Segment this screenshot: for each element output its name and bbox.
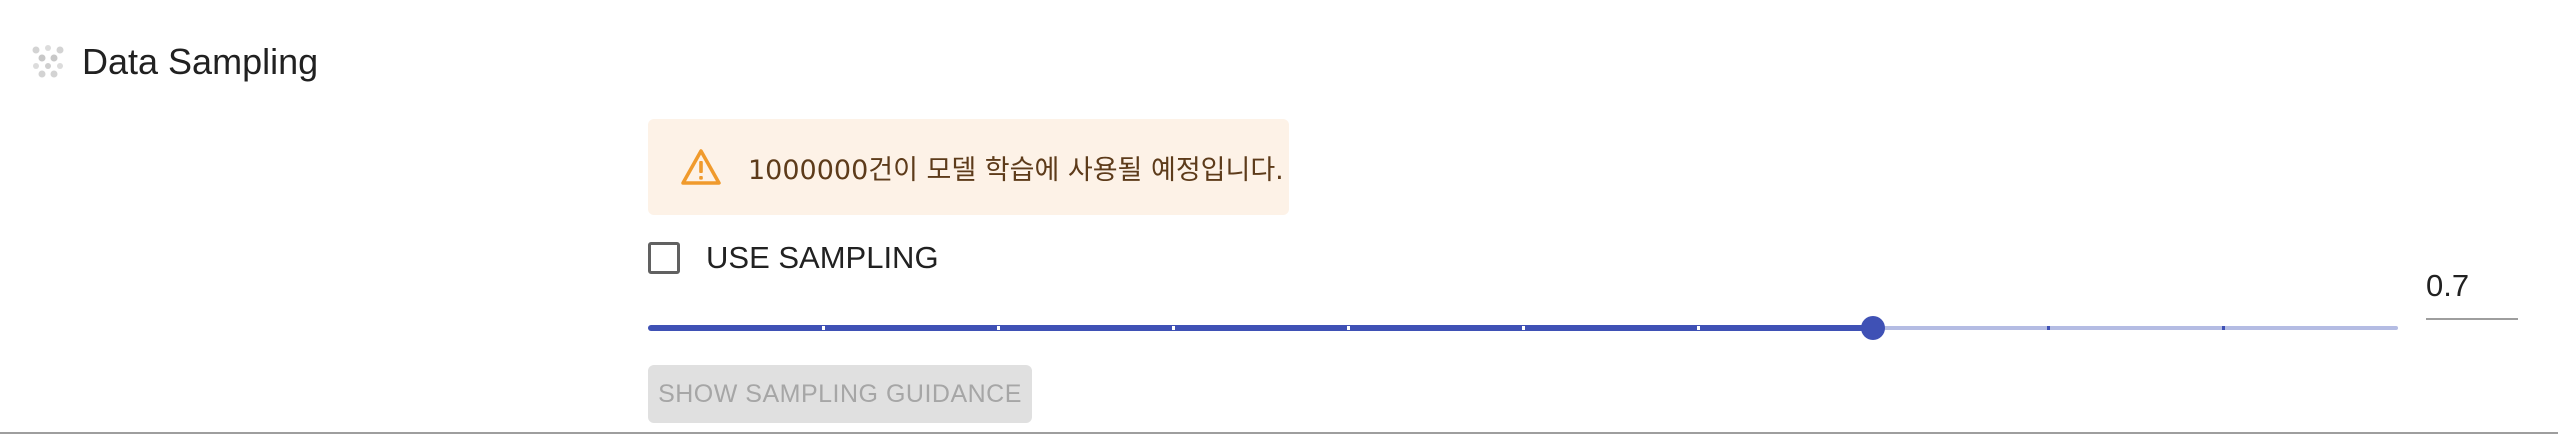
show-sampling-guidance-button[interactable]: SHOW SAMPLING GUIDANCE [648, 365, 1032, 423]
sampling-ratio-slider[interactable] [648, 310, 2398, 346]
sampling-ratio-input[interactable] [2426, 268, 2514, 304]
use-sampling-row[interactable]: USE SAMPLING [648, 238, 939, 278]
slider-thumb[interactable] [1861, 316, 1885, 340]
slider-step-mark [1172, 326, 1175, 330]
dots-grid-icon [32, 45, 64, 78]
slider-step-mark [1697, 326, 1700, 330]
slider-track-filled[interactable] [648, 325, 1873, 331]
section-title: Data Sampling [82, 41, 319, 82]
use-sampling-label[interactable]: USE SAMPLING [706, 240, 939, 276]
slider-step-mark [1522, 326, 1525, 330]
slider-step-mark [1347, 326, 1350, 330]
use-sampling-checkbox[interactable] [648, 242, 680, 274]
alert-message: 1000000건이 모델 학습에 사용될 예정입니다. [748, 154, 1284, 186]
sampling-ratio-field[interactable] [2426, 262, 2518, 320]
slider-step-mark [997, 326, 1000, 330]
slider-step-mark [822, 326, 825, 330]
slider-step-mark [2222, 326, 2225, 330]
section-header: Data Sampling [30, 36, 318, 88]
slider-step-mark [2047, 326, 2050, 330]
sampling-alert: 1000000건이 모델 학습에 사용될 예정입니다. [648, 119, 1289, 215]
warning-triangle-icon [681, 149, 721, 185]
